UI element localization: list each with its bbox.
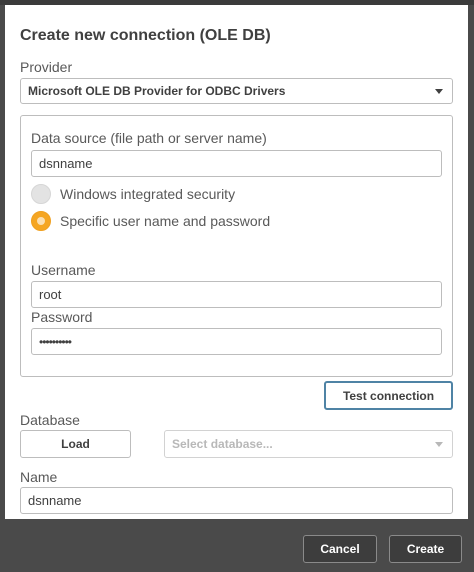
radio-unselected-icon bbox=[31, 184, 51, 204]
password-input[interactable]: •••••••••• bbox=[31, 328, 442, 355]
data-source-value: dsnname bbox=[39, 156, 93, 171]
data-source-input[interactable]: dsnname bbox=[31, 150, 442, 177]
provider-select[interactable]: Microsoft OLE DB Provider for ODBC Drive… bbox=[20, 78, 453, 104]
test-connection-button[interactable]: Test connection bbox=[324, 381, 453, 410]
radio-windows-security[interactable]: Windows integrated security bbox=[31, 184, 235, 204]
data-source-label: Data source (file path or server name) bbox=[31, 130, 267, 146]
name-value: dsnname bbox=[28, 493, 82, 508]
provider-selected-value: Microsoft OLE DB Provider for ODBC Drive… bbox=[28, 84, 286, 98]
create-button[interactable]: Create bbox=[389, 535, 462, 563]
radio-specific-user-label: Specific user name and password bbox=[60, 213, 271, 229]
name-label: Name bbox=[20, 469, 58, 485]
radio-specific-user[interactable]: Specific user name and password bbox=[31, 211, 270, 231]
database-label: Database bbox=[20, 412, 80, 428]
username-input[interactable]: root bbox=[31, 281, 442, 308]
database-select[interactable]: Select database... bbox=[164, 430, 453, 458]
password-label: Password bbox=[31, 309, 93, 325]
username-value: root bbox=[39, 287, 62, 302]
database-select-placeholder: Select database... bbox=[172, 437, 273, 451]
connection-dialog: Create new connection (OLE DB) Provider … bbox=[5, 5, 468, 519]
chevron-down-icon bbox=[435, 89, 443, 94]
password-value: •••••••••• bbox=[39, 334, 72, 349]
credentials-group: Data source (file path or server name) d… bbox=[20, 115, 453, 377]
load-database-button[interactable]: Load bbox=[20, 430, 131, 458]
username-label: Username bbox=[31, 262, 96, 278]
chevron-down-icon bbox=[435, 442, 443, 447]
dialog-title: Create new connection (OLE DB) bbox=[20, 27, 271, 44]
cancel-button[interactable]: Cancel bbox=[303, 535, 377, 563]
provider-label: Provider bbox=[20, 59, 73, 75]
radio-selected-icon bbox=[31, 211, 51, 231]
radio-windows-security-label: Windows integrated security bbox=[60, 186, 236, 202]
name-input[interactable]: dsnname bbox=[20, 487, 453, 514]
